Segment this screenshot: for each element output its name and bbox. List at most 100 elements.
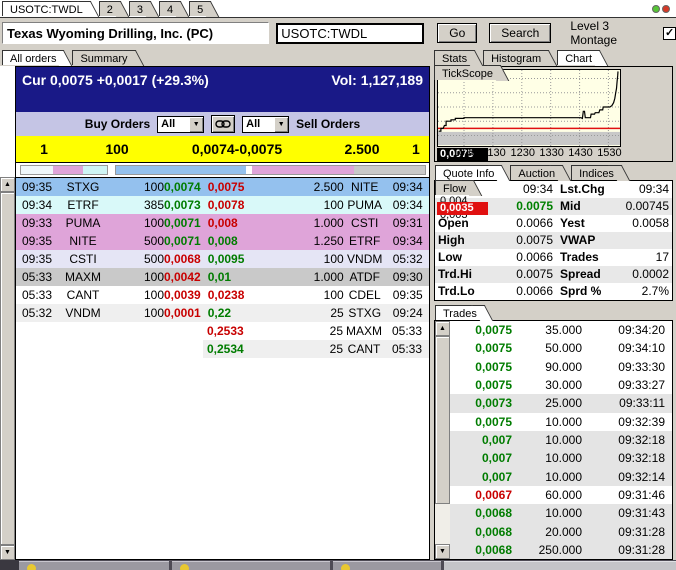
bid-side[interactable]: 09:34 ETRF 385 0,0073 — [16, 196, 204, 214]
taskbar-button[interactable] — [172, 561, 330, 570]
scroll-up-icon[interactable]: ▲ — [435, 321, 450, 336]
chevron-down-icon[interactable] — [274, 116, 289, 132]
link-filters-button[interactable] — [211, 115, 236, 133]
chevron-down-icon[interactable] — [189, 116, 204, 132]
ask-side[interactable]: 0,01 1.000 ATDF 09:30 — [203, 268, 429, 286]
bid-count: 1 — [40, 141, 48, 157]
tab-auction[interactable]: Auction — [510, 165, 561, 180]
taskbar — [0, 560, 676, 570]
bid-side[interactable]: 05:33 CANT 100 0,0039 — [16, 286, 204, 304]
bid-side[interactable]: 09:35 STXG 100 0,0074 — [16, 178, 204, 196]
tab-histogram[interactable]: Histogram — [483, 50, 547, 65]
order-book-row[interactable]: 0,2534 25 CANT 05:33 — [16, 340, 429, 358]
quote-label: High — [438, 233, 465, 247]
order-book-row[interactable]: 05:32 VNDM 100 0,0001 0,22 25 STXG 09:24 — [16, 304, 429, 322]
window-tab-3[interactable]: 3 — [128, 1, 148, 16]
ask-side[interactable]: 0,0095 100 VNDM 05:32 — [203, 250, 429, 268]
quote-info-row: Open 0.0066 Yest 0.0058 — [435, 215, 672, 232]
bid-price: 0,0071 — [164, 234, 201, 248]
trade-time: 09:32:14 — [618, 469, 665, 484]
bid-side[interactable]: 09:33 PUMA 100 0,0071 — [16, 214, 204, 232]
quote-info-row: Trd.Lo 0.0066 Sprd % 2.7% — [435, 283, 672, 300]
order-book-row[interactable]: 09:35 NITE 500 0,0071 0,008 1.250 ETRF 09:34 — [16, 232, 429, 250]
bid-time: 09:35 — [22, 252, 53, 266]
tab-indices[interactable]: Indices — [571, 165, 619, 180]
order-book-row[interactable]: 05:33 MAXM 100 0,0042 0,01 1.000 ATDF 09:30 — [16, 268, 429, 286]
taskbar-button[interactable] — [333, 561, 441, 570]
bid-side[interactable] — [16, 322, 199, 340]
tab-flow[interactable]: Flow — [435, 180, 472, 195]
order-book-scrollbar[interactable]: ▲ ▼ — [0, 177, 15, 560]
level3-montage-checkbox[interactable] — [663, 26, 676, 40]
scroll-down-icon[interactable]: ▼ — [435, 544, 450, 559]
bid-price: 0,0042 — [164, 270, 201, 284]
order-book-row[interactable]: 09:33 PUMA 100 0,0071 0,008 1.000 CSTI 09:31 — [16, 214, 429, 232]
symbol-input[interactable] — [276, 22, 425, 44]
trade-price: 0,0075 — [475, 323, 512, 338]
buy-filter-dropdown[interactable]: All — [157, 115, 205, 133]
tab-summary[interactable]: Summary — [72, 50, 133, 65]
price-header: Cur 0,0075 +0,0017 (+29.3%) Vol: 1,127,1… — [16, 67, 429, 112]
bid-side[interactable]: 05:33 MAXM 100 0,0042 — [16, 268, 204, 286]
trades-list: 0,0075 35.000 09:34:20 0,0075 50.000 09:34:10… — [450, 321, 672, 559]
trade-time: 09:31:43 — [618, 506, 665, 521]
quote-value: 0.0066 — [516, 284, 553, 298]
scroll-up-icon[interactable]: ▲ — [0, 177, 15, 192]
window-tab-usotc-twdl[interactable]: USOTC:TWDL — [2, 1, 88, 16]
ask-time: 09:31 — [392, 216, 423, 230]
order-book-row[interactable]: 09:35 CSTI 500 0,0068 0,0095 100 VNDM 05:32 — [16, 250, 429, 268]
search-button[interactable]: Search — [489, 23, 552, 43]
order-book-row[interactable]: 0,2533 25 MAXM 05:33 — [16, 322, 429, 340]
title-row: Texas Wyoming Drilling, Inc. (PC) Go Sea… — [0, 18, 676, 48]
scrollbar-thumb[interactable] — [0, 192, 15, 545]
sell-filter-dropdown[interactable]: All — [242, 115, 290, 133]
order-book-row[interactable]: 09:34 ETRF 385 0,0073 0,0078 100 PUMA 09:34 — [16, 196, 429, 214]
ask-side[interactable]: 0,2534 25 CANT 05:33 — [203, 340, 429, 358]
window-tab-strip: USOTC:TWDL 2 3 4 5 — [0, 0, 676, 18]
scrollbar-thumb[interactable] — [435, 336, 450, 504]
quote-label: Mid — [560, 199, 581, 213]
order-book-row[interactable]: 09:35 STXG 100 0,0074 0,0075 2.500 NITE 09:34 — [16, 178, 429, 196]
tab-chart[interactable]: Chart — [557, 50, 598, 65]
bid-price: 0,0074 — [164, 180, 201, 194]
ask-side[interactable]: 0,22 25 STXG 09:24 — [203, 304, 429, 322]
window-tab-4[interactable]: 4 — [158, 1, 179, 16]
trade-time: 09:31:46 — [618, 487, 665, 502]
trade-price: 0,0068 — [475, 542, 512, 557]
bid-side[interactable]: 09:35 CSTI 500 0,0068 — [16, 250, 204, 268]
quote-info-row: High 0.0075 VWAP — [435, 232, 672, 249]
ask-side[interactable]: 0,2533 25 MAXM 05:33 — [203, 322, 429, 340]
trade-time: 09:34:10 — [618, 341, 665, 356]
bid-side[interactable]: 05:32 VNDM 100 0,0001 — [16, 304, 204, 322]
tab-trades[interactable]: Trades — [435, 305, 482, 320]
tab-quote-info[interactable]: Quote Info — [435, 165, 500, 180]
quote-label: Trd.Hi — [438, 267, 473, 281]
go-button[interactable]: Go — [437, 23, 478, 43]
ask-side[interactable]: 0,0075 2.500 NITE 09:34 — [203, 178, 429, 196]
bid-side[interactable]: 09:35 NITE 500 0,0071 — [16, 232, 204, 250]
trades-scrollbar[interactable]: ▲ ▼ — [435, 321, 450, 559]
bid-time: 05:33 — [22, 270, 53, 284]
order-book-row[interactable]: 05:33 CANT 100 0,0039 0,0238 100 CDEL 09:35 — [16, 286, 429, 304]
trade-time: 09:34:20 — [618, 323, 665, 338]
tab-all-orders[interactable]: All orders — [2, 50, 62, 65]
tab-tickscope[interactable]: TickScope — [434, 65, 498, 80]
window-tab-2[interactable]: 2 — [98, 1, 118, 16]
bid-side[interactable] — [16, 340, 199, 358]
green-light-icon[interactable] — [652, 5, 660, 13]
taskbar-button[interactable] — [19, 561, 169, 570]
trade-row: 0,0068 10.000 09:31:43 — [450, 504, 672, 523]
chart-x-tick: 1230 — [510, 147, 535, 159]
ask-time: 05:33 — [391, 324, 423, 338]
ask-side[interactable]: 0,008 1.000 CSTI 09:31 — [203, 214, 429, 232]
scrollbar-track[interactable] — [435, 504, 450, 544]
trade-row: 0,007 10.000 09:32:14 — [450, 467, 672, 486]
tab-stats[interactable]: Stats — [434, 50, 473, 65]
scroll-down-icon[interactable]: ▼ — [0, 545, 15, 560]
ask-side[interactable]: 0,0238 100 CDEL 09:35 — [203, 286, 429, 304]
ask-side[interactable]: 0,008 1.250 ETRF 09:34 — [203, 232, 429, 250]
ask-side[interactable]: 0,0078 100 PUMA 09:34 — [203, 196, 429, 214]
red-light-icon[interactable] — [662, 5, 670, 13]
window-tab-5[interactable]: 5 — [189, 1, 209, 16]
quote-value: 0.0066 — [516, 216, 553, 230]
